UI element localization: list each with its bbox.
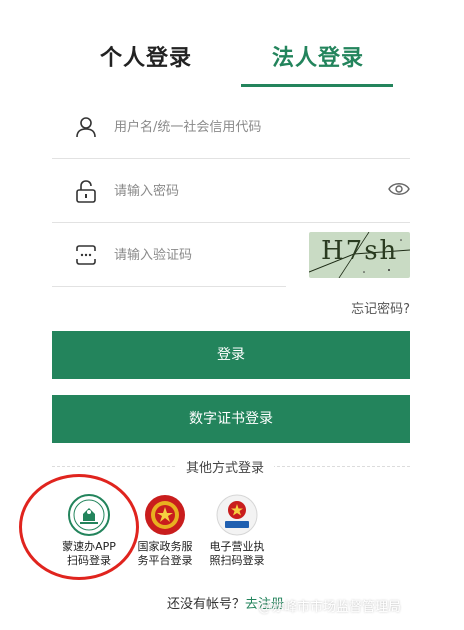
captcha-row — [52, 223, 286, 287]
username-input[interactable] — [114, 113, 374, 141]
captcha-text: H7sh — [321, 236, 399, 266]
forgot-password-link[interactable]: 忘记密码? — [351, 298, 410, 317]
lock-icon — [76, 180, 96, 203]
login-button[interactable]: 登录 — [52, 331, 410, 379]
e-business-license-login[interactable]: 电子营业执 照扫码登录 — [192, 494, 282, 568]
register-prompt-text: 还没有帐号？ — [167, 597, 246, 612]
highlight-circle — [19, 474, 139, 580]
tab-personal-login[interactable]: 个人登录 — [100, 40, 192, 72]
alt-label-line1: 电子营业执 — [209, 540, 265, 553]
eye-icon[interactable] — [388, 181, 410, 197]
national-emblem-icon — [145, 495, 185, 535]
tab-legal-login[interactable]: 法人登录 — [272, 40, 364, 72]
user-icon — [76, 117, 96, 138]
alt-label-line2: 照扫码登录 — [209, 554, 265, 567]
password-input[interactable] — [114, 177, 374, 205]
password-row — [52, 159, 410, 223]
other-methods-title: 其他方式登录 — [176, 457, 275, 476]
e-business-license-icon — [216, 494, 258, 536]
captcha-image[interactable]: H7sh — [309, 232, 410, 278]
login-tabs: 个人登录 法人登录 — [0, 0, 464, 90]
cert-login-button[interactable]: 数字证书登录 — [52, 395, 410, 443]
captcha-code-icon — [76, 245, 96, 265]
watermark: @赤峰市市场监督管理局 — [258, 600, 402, 615]
active-tab-underline — [241, 84, 393, 87]
captcha-input[interactable] — [114, 241, 274, 269]
username-row — [52, 95, 410, 159]
